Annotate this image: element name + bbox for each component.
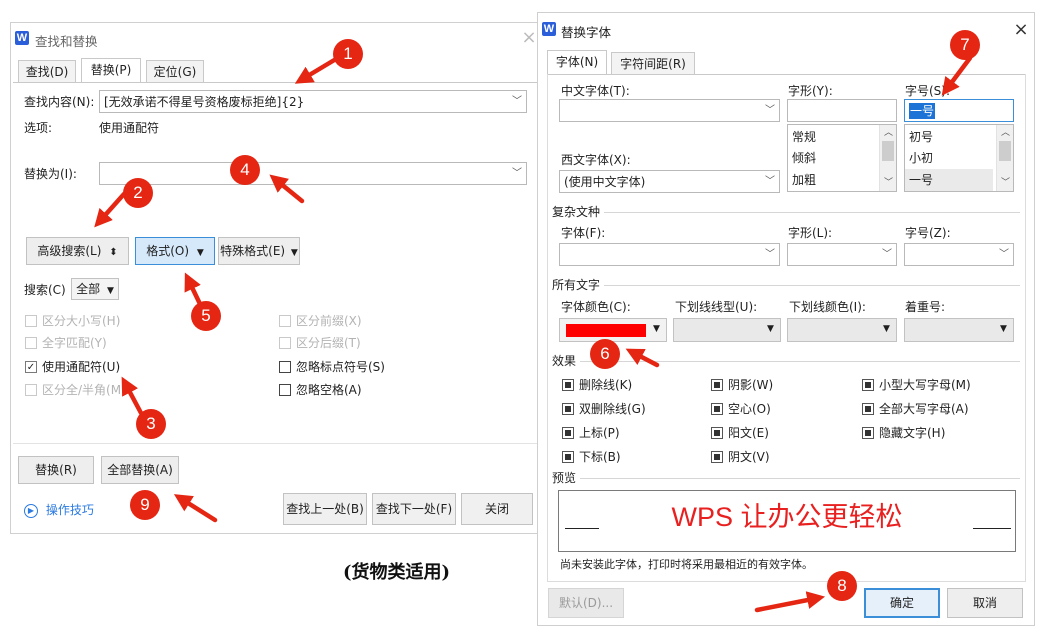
annotation-badge-1: 1 [333,39,363,69]
annotation-badge-3: 3 [136,409,166,439]
annotation-badge-6: 6 [590,339,620,369]
arrow-1 [294,56,339,84]
annotation-arrows [94,55,973,613]
arrow-3 [121,376,144,416]
annotation-badge-8: 8 [827,571,857,601]
arrow-7 [941,55,973,96]
arrow-9 [173,494,218,523]
annotation-badge-5: 5 [191,301,221,331]
arrow-8 [754,591,826,613]
annotation-badge-4: 4 [230,155,260,185]
arrow-5 [184,272,203,307]
arrow-6 [625,348,660,368]
annotation-badge-9: 9 [130,490,160,520]
arrow-4 [269,174,305,204]
annotation-badge-2: 2 [123,178,153,208]
arrow-2 [94,191,127,228]
annotation-badge-7: 7 [950,30,980,60]
